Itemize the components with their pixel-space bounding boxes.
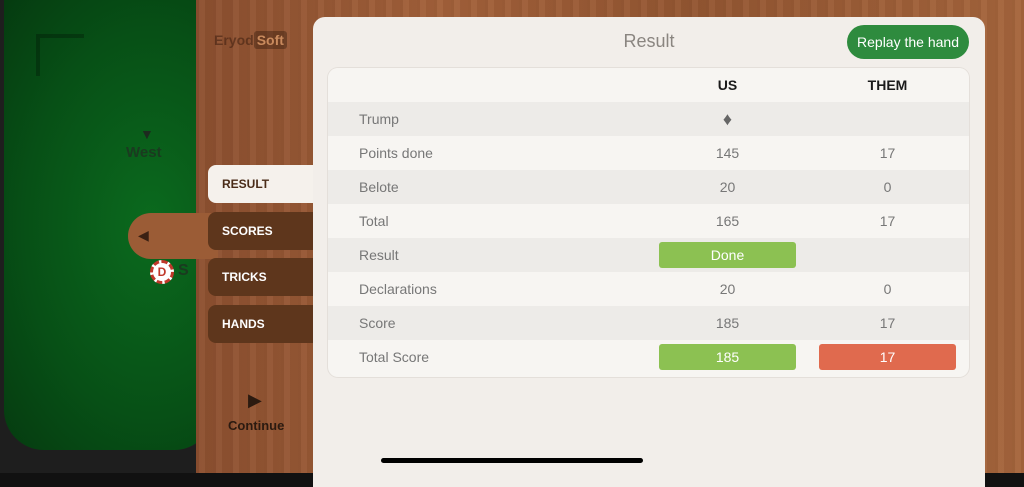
table-row: Declarations 20 0 (328, 272, 969, 306)
player-name-fragment: S (178, 262, 189, 279)
west-direction-icon: ▼ (140, 126, 154, 142)
table-logo (36, 34, 84, 76)
row-label: Trump (359, 111, 399, 127)
brand-logo: Eryod Soft (214, 31, 287, 49)
table-row: Total Score 185 17 (328, 340, 969, 374)
table-row: Trump ♦ (328, 102, 969, 136)
row-label: Belote (359, 179, 399, 195)
table-row: Belote 20 0 (328, 170, 969, 204)
play-icon[interactable]: ▶ (248, 390, 262, 411)
row-label: Total (359, 213, 389, 229)
chevron-left-icon: ◀ (138, 227, 149, 243)
total-score-us-badge: 185 (659, 344, 796, 370)
header-them: THEM (867, 77, 908, 93)
menu-scores[interactable]: SCORES (208, 212, 318, 250)
row-us-value: 145 (715, 145, 740, 161)
menu-result[interactable]: RESULT (208, 165, 318, 203)
result-table: US THEM Trump ♦ Points done 145 17 Belot… (328, 68, 969, 377)
header-us: US (717, 77, 738, 93)
table-row: Total 165 17 (328, 204, 969, 238)
row-label: Total Score (359, 349, 430, 365)
row-label: Result (359, 247, 399, 263)
row-them-value: 0 (883, 281, 892, 297)
back-tab[interactable]: ◀ (128, 213, 218, 259)
row-them-value: 17 (879, 145, 896, 161)
table-row: Points done 145 17 (328, 136, 969, 170)
row-label: Declarations (359, 281, 437, 297)
row-label: Points done (359, 145, 433, 161)
table-header-row: US THEM (328, 68, 969, 102)
dealer-chip-icon: D (150, 260, 174, 284)
replay-hand-button[interactable]: Replay the hand (847, 25, 969, 59)
row-us-value: 185 (715, 315, 740, 331)
row-them-value: 17 (879, 213, 896, 229)
row-label: Score (359, 315, 396, 331)
menu-hands[interactable]: HANDS (208, 305, 318, 343)
row-us-value: 20 (719, 179, 736, 195)
continue-button[interactable]: Continue (228, 418, 284, 433)
diamond-icon: ♦ (722, 109, 733, 129)
row-them-value: 17 (879, 315, 896, 331)
row-them-value: 0 (883, 179, 892, 195)
table-row: Score 185 17 (328, 306, 969, 340)
result-status-badge: Done (659, 242, 796, 268)
total-score-them-badge: 17 (819, 344, 956, 370)
row-us-value: 20 (719, 281, 736, 297)
menu-tricks[interactable]: TRICKS (208, 258, 318, 296)
west-player-label: West (126, 144, 162, 161)
row-us-value: 165 (715, 213, 740, 229)
table-row: Result Done (328, 238, 969, 272)
home-indicator[interactable] (381, 458, 643, 463)
result-panel: Result Replay the hand US THEM Trump ♦ P… (313, 17, 985, 487)
